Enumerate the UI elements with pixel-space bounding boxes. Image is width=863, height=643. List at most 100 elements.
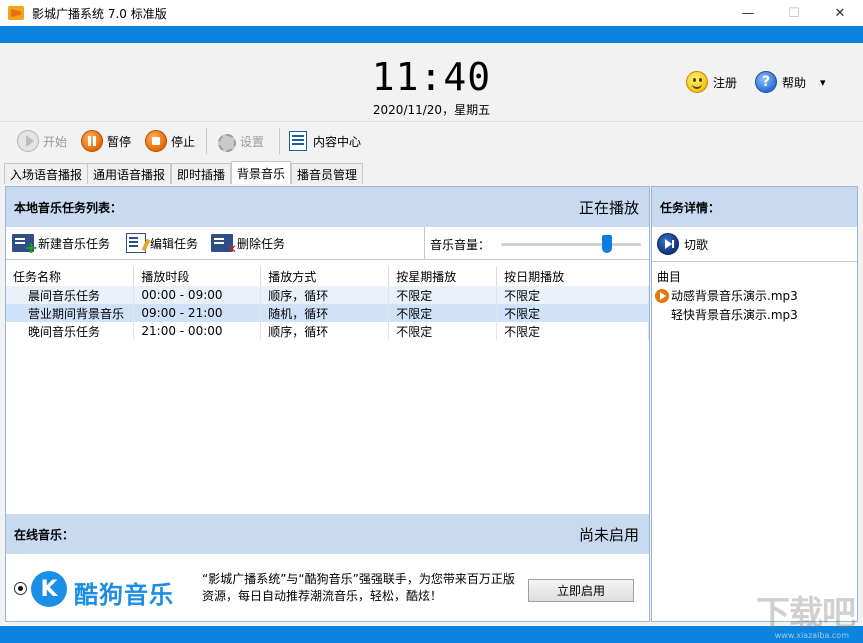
task-weekday: 不限定: [388, 304, 498, 322]
add-list-icon: [12, 234, 38, 257]
register-link[interactable]: 注册: [686, 71, 737, 93]
minimize-button[interactable]: —: [725, 0, 771, 26]
detail-toolbar: 切歌: [652, 227, 857, 262]
volume-label: 音乐音量：: [430, 238, 491, 252]
tab-general-voice[interactable]: 通用语音播报: [87, 163, 172, 184]
online-status: 尚未启用: [578, 525, 639, 544]
detail-panel-title: 任务详情：: [660, 200, 721, 215]
songs-header: 曲目: [657, 270, 682, 284]
main-content: 本地音乐任务列表： 正在播放 新建音乐任务 编辑任务 删除任务 音乐音量：: [0, 184, 863, 626]
task-date: 不限定: [496, 304, 649, 322]
stop-label: 停止: [171, 134, 196, 149]
edit-list-icon: [126, 233, 146, 253]
bottom-accent-strip: [0, 626, 863, 643]
task-period: 21:00 - 00:00: [133, 322, 262, 340]
start-label: 开始: [43, 134, 68, 149]
content-center-label: 内容中心: [313, 134, 362, 149]
task-detail-panel: 任务详情： 切歌 曲目 动感背景音乐演示.mp3 轻快背景音乐演示.mp3: [651, 186, 858, 622]
task-name: 晚间音乐任务: [6, 322, 135, 340]
skip-song-button[interactable]: 切歌: [657, 233, 708, 255]
task-period: 09:00 - 21:00: [133, 304, 262, 322]
detail-panel-header: 任务详情：: [652, 187, 857, 227]
clock-date: 2020/11/20，星期五: [372, 103, 491, 117]
window-title: 影城广播系统 7.0 标准版: [32, 6, 167, 21]
online-panel-title: 在线音乐：: [14, 527, 75, 542]
task-period: 00:00 - 09:00: [133, 286, 262, 304]
local-panel-header: 本地音乐任务列表： 正在播放: [6, 187, 649, 227]
register-label: 注册: [713, 75, 738, 90]
song-name: 动感背景音乐演示.mp3: [671, 289, 798, 303]
title-bar: 影城广播系统 7.0 标准版 — ☐ ✕: [0, 0, 863, 26]
volume-separator: [424, 227, 425, 260]
column-header[interactable]: 按日期播放: [496, 266, 649, 286]
column-header[interactable]: 任务名称: [6, 266, 135, 286]
watermark: 下载吧: [756, 594, 856, 634]
edit-task-button[interactable]: 编辑任务: [126, 232, 198, 254]
smiley-icon: [686, 71, 708, 93]
tab-background-music[interactable]: 背景音乐: [231, 161, 292, 184]
stop-button[interactable]: 停止: [145, 127, 195, 155]
table-row[interactable]: 晚间音乐任务 21:00 - 00:00 顺序，循环 不限定 不限定: [6, 322, 649, 340]
pause-icon: [81, 130, 103, 152]
edit-task-label: 编辑任务: [150, 236, 199, 251]
watermark-url: www.xiazaiba.com: [774, 631, 849, 640]
start-button[interactable]: 开始: [17, 127, 67, 155]
column-header[interactable]: 播放时段: [133, 266, 262, 286]
skip-label: 切歌: [684, 237, 709, 252]
document-icon: [289, 131, 307, 151]
task-mode: 随机，循环: [260, 304, 390, 322]
task-table: 任务名称 播放时段 播放方式 按星期播放 按日期播放 晨间音乐任务 00:00 …: [6, 266, 649, 340]
tab-entry-voice[interactable]: 入场语音播报: [4, 163, 89, 184]
online-music-header: 在线音乐： 尚未启用: [6, 514, 649, 554]
promo-text: “影城广播系统”与“酷狗音乐”强强联手，为您带来百万正版资源，每日自动推荐潮流音…: [202, 572, 515, 603]
task-name: 营业期间背景音乐: [6, 304, 135, 322]
main-toolbar: 开始 暂停 停止 设置 内容中心: [0, 121, 863, 160]
task-name: 晨间音乐任务: [6, 286, 135, 304]
close-button[interactable]: ✕: [817, 0, 863, 26]
top-accent-strip: [0, 26, 863, 43]
delete-list-icon: [211, 234, 237, 256]
tab-announcer-management[interactable]: 播音员管理: [291, 163, 364, 184]
help-icon: ?: [755, 71, 777, 93]
column-header[interactable]: 按星期播放: [388, 266, 498, 286]
new-task-button[interactable]: 新建音乐任务: [12, 232, 111, 257]
delete-task-label: 删除任务: [237, 236, 286, 251]
pause-button[interactable]: 暂停: [81, 127, 131, 155]
kugou-radio[interactable]: [14, 582, 27, 595]
volume-slider-track[interactable]: [501, 243, 641, 246]
skip-next-icon: [657, 233, 679, 255]
gear-icon: [214, 131, 236, 152]
table-row[interactable]: 晨间音乐任务 00:00 - 09:00 顺序，循环 不限定 不限定: [6, 286, 649, 304]
column-header[interactable]: 播放方式: [260, 266, 390, 286]
volume-slider-thumb[interactable]: [602, 235, 613, 253]
playback-status: 正在播放: [578, 198, 639, 217]
task-mode: 顺序，循环: [260, 322, 390, 340]
local-panel-title: 本地音乐任务列表：: [14, 200, 123, 215]
song-name: 轻快背景音乐演示.mp3: [671, 308, 798, 322]
window-controls: — ☐ ✕: [725, 0, 863, 26]
task-weekday: 不限定: [388, 322, 498, 340]
toolbar-separator: [279, 128, 280, 154]
help-label: 帮助: [782, 75, 807, 90]
chevron-down-icon[interactable]: ▾: [820, 76, 826, 89]
new-task-label: 新建音乐任务: [38, 236, 111, 251]
delete-task-button[interactable]: 删除任务: [211, 232, 286, 256]
song-item[interactable]: 动感背景音乐演示.mp3: [655, 287, 798, 304]
help-menu[interactable]: ? 帮助 ▾: [755, 71, 826, 93]
toolbar-separator: [206, 128, 207, 154]
settings-label: 设置: [240, 134, 265, 149]
enable-now-button[interactable]: 立即启用: [528, 579, 634, 602]
local-music-panel: 本地音乐任务列表： 正在播放 新建音乐任务 编辑任务 删除任务 音乐音量：: [5, 186, 650, 622]
song-item[interactable]: 轻快背景音乐演示.mp3: [671, 306, 798, 323]
stop-icon: [145, 130, 167, 152]
content-center-button[interactable]: 内容中心: [289, 127, 361, 155]
pause-label: 暂停: [107, 134, 132, 149]
table-row[interactable]: 营业期间背景音乐 09:00 - 21:00 随机，循环 不限定 不限定: [6, 304, 649, 322]
settings-button[interactable]: 设置: [214, 127, 264, 155]
task-mode: 顺序，循环: [260, 286, 390, 304]
tab-instant-insert[interactable]: 即时插播: [171, 163, 232, 184]
task-date: 不限定: [496, 286, 649, 304]
task-toolbar: 新建音乐任务 编辑任务 删除任务 音乐音量：: [6, 227, 649, 260]
kugou-logo-icon: K: [31, 571, 67, 607]
maximize-button[interactable]: ☐: [771, 0, 817, 26]
